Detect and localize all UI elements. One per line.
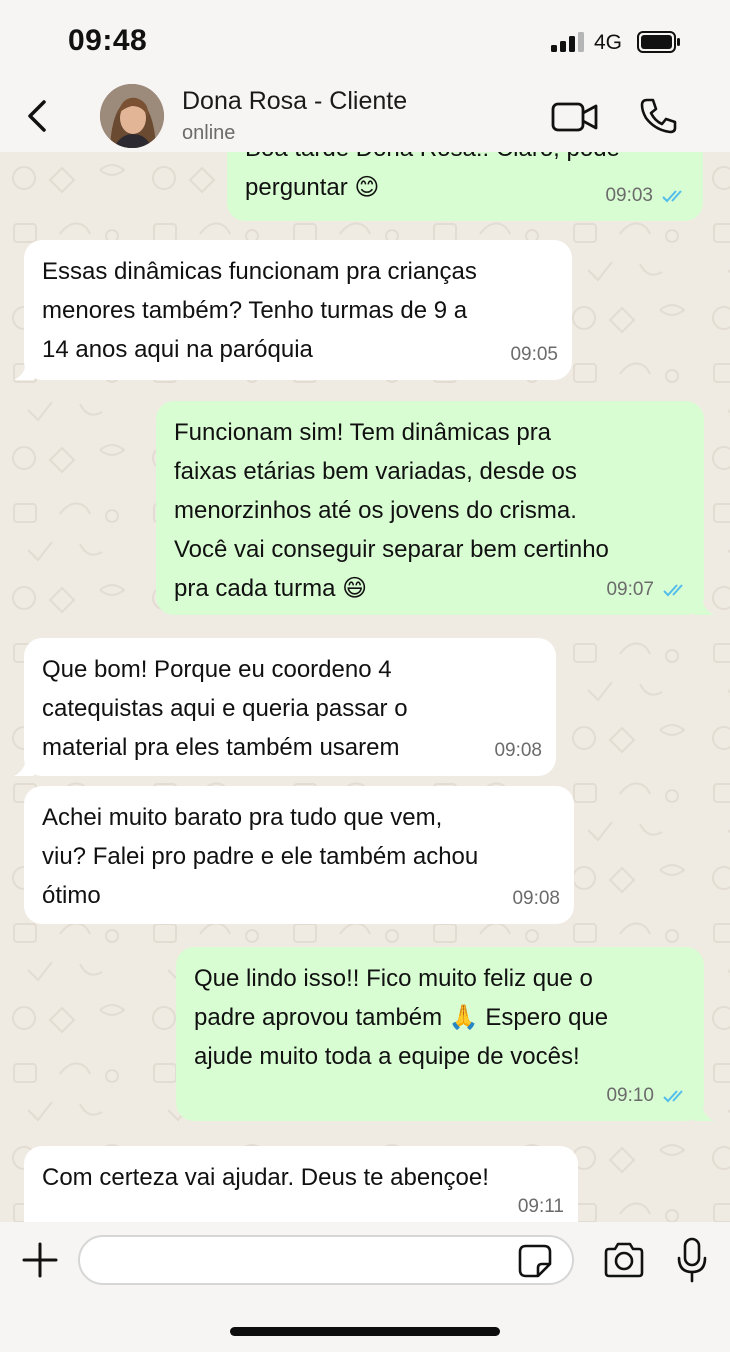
message-time: 09:05: [510, 344, 558, 365]
message-time: 09:10: [606, 1085, 654, 1106]
message-text: Que bom! Porque eu coordeno 4 catequista…: [42, 656, 408, 761]
double-check-icon: [663, 583, 683, 596]
message-meta: 09:08: [512, 879, 560, 918]
camera-icon[interactable]: [602, 1240, 646, 1280]
home-indicator: [230, 1327, 500, 1336]
sticker-icon[interactable]: [518, 1244, 552, 1278]
double-check-icon: [662, 189, 682, 202]
message-time: 09:03: [605, 185, 653, 206]
message-input[interactable]: [78, 1235, 574, 1285]
message-bubble-outgoing[interactable]: Que lindo isso!! Fico muito feliz que o …: [176, 947, 714, 1121]
signal-icon: [551, 32, 584, 52]
phone-icon[interactable]: [638, 96, 678, 136]
message-meta: 09:10: [606, 1076, 690, 1115]
message-text: Com certeza vai ajudar. Deus te abençoe!: [42, 1164, 489, 1191]
status-time: 09:48: [68, 24, 148, 57]
contact-avatar[interactable]: [100, 84, 164, 148]
bubble-tail: [14, 756, 34, 776]
microphone-icon[interactable]: [676, 1236, 708, 1284]
message-bubble-incoming[interactable]: Com certeza vai ajudar. Deus te abençoe!…: [24, 1146, 578, 1222]
message-text: Achei muito barato pra tudo que vem, viu…: [42, 804, 479, 909]
message-meta: 09:05: [510, 335, 558, 374]
message-time: 09:08: [494, 740, 542, 761]
message-text: Que lindo isso!! Fico muito feliz que o …: [194, 965, 609, 1070]
double-check-icon: [663, 1089, 683, 1102]
message-meta: 09:08: [494, 731, 542, 770]
network-type: 4G: [594, 31, 623, 54]
video-camera-icon[interactable]: [550, 99, 600, 135]
contact-name[interactable]: Dona Rosa - Cliente: [182, 87, 407, 116]
message-meta: 09:11: [518, 1187, 564, 1222]
message-time: 09:08: [512, 888, 560, 909]
message-bubble-incoming[interactable]: Que bom! Porque eu coordeno 4 catequista…: [14, 638, 556, 776]
back-chevron-icon[interactable]: [22, 96, 54, 136]
message-bubble-incoming[interactable]: Essas dinâmicas funcionam pra crianças m…: [14, 240, 572, 380]
bubble-tail: [694, 1101, 714, 1121]
chat-area[interactable]: Boa tarde Dona Rosa!! Claro, pode pergun…: [0, 152, 730, 1222]
status-bar: 09:48 4G: [0, 0, 730, 80]
message-input-bar: [0, 1222, 730, 1352]
plus-icon[interactable]: [20, 1240, 60, 1280]
bubble-tail: [14, 360, 34, 380]
message-time: 09:11: [517, 1196, 564, 1217]
message-time: 09:07: [606, 579, 654, 600]
message-bubble-outgoing[interactable]: Boa tarde Dona Rosa!! Claro, pode pergun…: [227, 152, 703, 221]
message-text: Essas dinâmicas funcionam pra crianças m…: [42, 258, 477, 363]
message-bubble-outgoing[interactable]: Funcionam sim! Tem dinâmicas pra faixas …: [156, 401, 714, 615]
message-meta: 09:07: [606, 570, 690, 609]
message-meta: 09:03: [605, 176, 689, 215]
bubble-tail: [694, 595, 714, 615]
battery-icon: [637, 31, 680, 53]
contact-status: online: [182, 122, 236, 144]
chat-header: Dona Rosa - Cliente online: [0, 80, 730, 152]
message-bubble-incoming[interactable]: Achei muito barato pra tudo que vem, viu…: [24, 786, 574, 924]
